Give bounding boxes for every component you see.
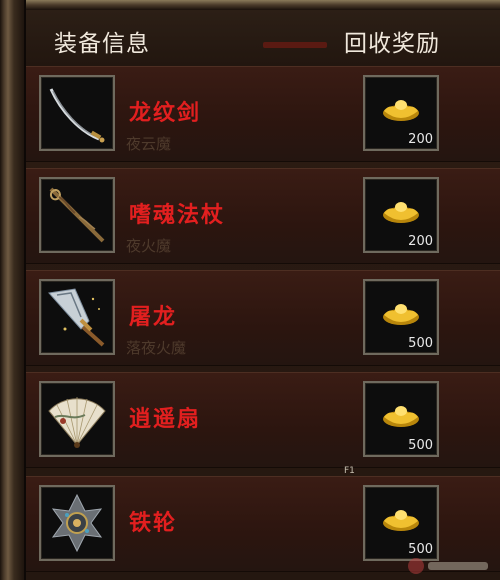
ghost-text: 落夜火魔 xyxy=(126,339,187,357)
frame-left-border xyxy=(0,0,26,580)
item-row[interactable]: 逍遥扇 500 xyxy=(26,372,500,468)
item-name: 逍遥扇 xyxy=(129,407,202,432)
reward-slot[interactable]: 500 xyxy=(363,279,439,355)
item-name: 屠龙 xyxy=(129,305,178,330)
item-row[interactable]: 嗜魂法杖 夜火魔 200 xyxy=(26,168,500,264)
reward-slot[interactable]: 500 xyxy=(363,485,439,561)
ghost-text: 夜云魔 xyxy=(126,135,172,153)
item-name: 龙纹剑 xyxy=(129,101,202,126)
recycle-reward-heading: 回收奖励 xyxy=(344,31,440,57)
reward-slot[interactable]: 200 xyxy=(363,177,439,253)
reward-amount: 500 xyxy=(408,438,433,453)
saber-icon xyxy=(49,88,105,143)
reward-amount: 500 xyxy=(408,542,433,557)
frame-top-border xyxy=(0,0,500,10)
item-slot[interactable] xyxy=(39,381,115,457)
reward-slot[interactable]: 200 xyxy=(363,75,439,151)
hotkey-label: F1 xyxy=(344,466,355,476)
gold-ingot-icon xyxy=(383,510,419,531)
recycle-panel: 装备信息 回收奖励 龙纹剑 夜云魔 200 嗜魂法杖 夜火魔 200 屠龙 落夜… xyxy=(0,0,500,580)
reward-amount: 200 xyxy=(408,132,433,147)
item-slot[interactable] xyxy=(39,485,115,561)
fan-icon xyxy=(48,397,106,448)
watermark-logo xyxy=(408,558,488,574)
gold-ingot-icon xyxy=(383,304,419,325)
gold-ingot-icon xyxy=(383,406,419,427)
item-slot[interactable] xyxy=(39,177,115,253)
equip-info-heading: 装备信息 xyxy=(54,31,150,57)
panel-header: 装备信息 回收奖励 xyxy=(26,10,500,66)
item-name: 铁轮 xyxy=(129,511,178,536)
iron-wheel-icon xyxy=(51,493,103,553)
item-slot[interactable] xyxy=(39,75,115,151)
reward-amount: 500 xyxy=(408,336,433,351)
staff-icon xyxy=(49,187,105,243)
ghost-text: 夜火魔 xyxy=(126,237,172,255)
gold-ingot-icon xyxy=(383,100,419,121)
reward-slot[interactable]: 500 xyxy=(363,381,439,457)
gold-ingot-icon xyxy=(383,202,419,223)
reward-amount: 200 xyxy=(408,234,433,249)
dragon-slayer-blade-icon xyxy=(48,288,105,347)
header-divider xyxy=(263,42,327,48)
item-row[interactable]: 屠龙 落夜火魔 500 xyxy=(26,270,500,366)
item-name: 嗜魂法杖 xyxy=(129,203,226,228)
item-slot[interactable] xyxy=(39,279,115,355)
item-row[interactable]: 龙纹剑 夜云魔 200 xyxy=(26,66,500,162)
